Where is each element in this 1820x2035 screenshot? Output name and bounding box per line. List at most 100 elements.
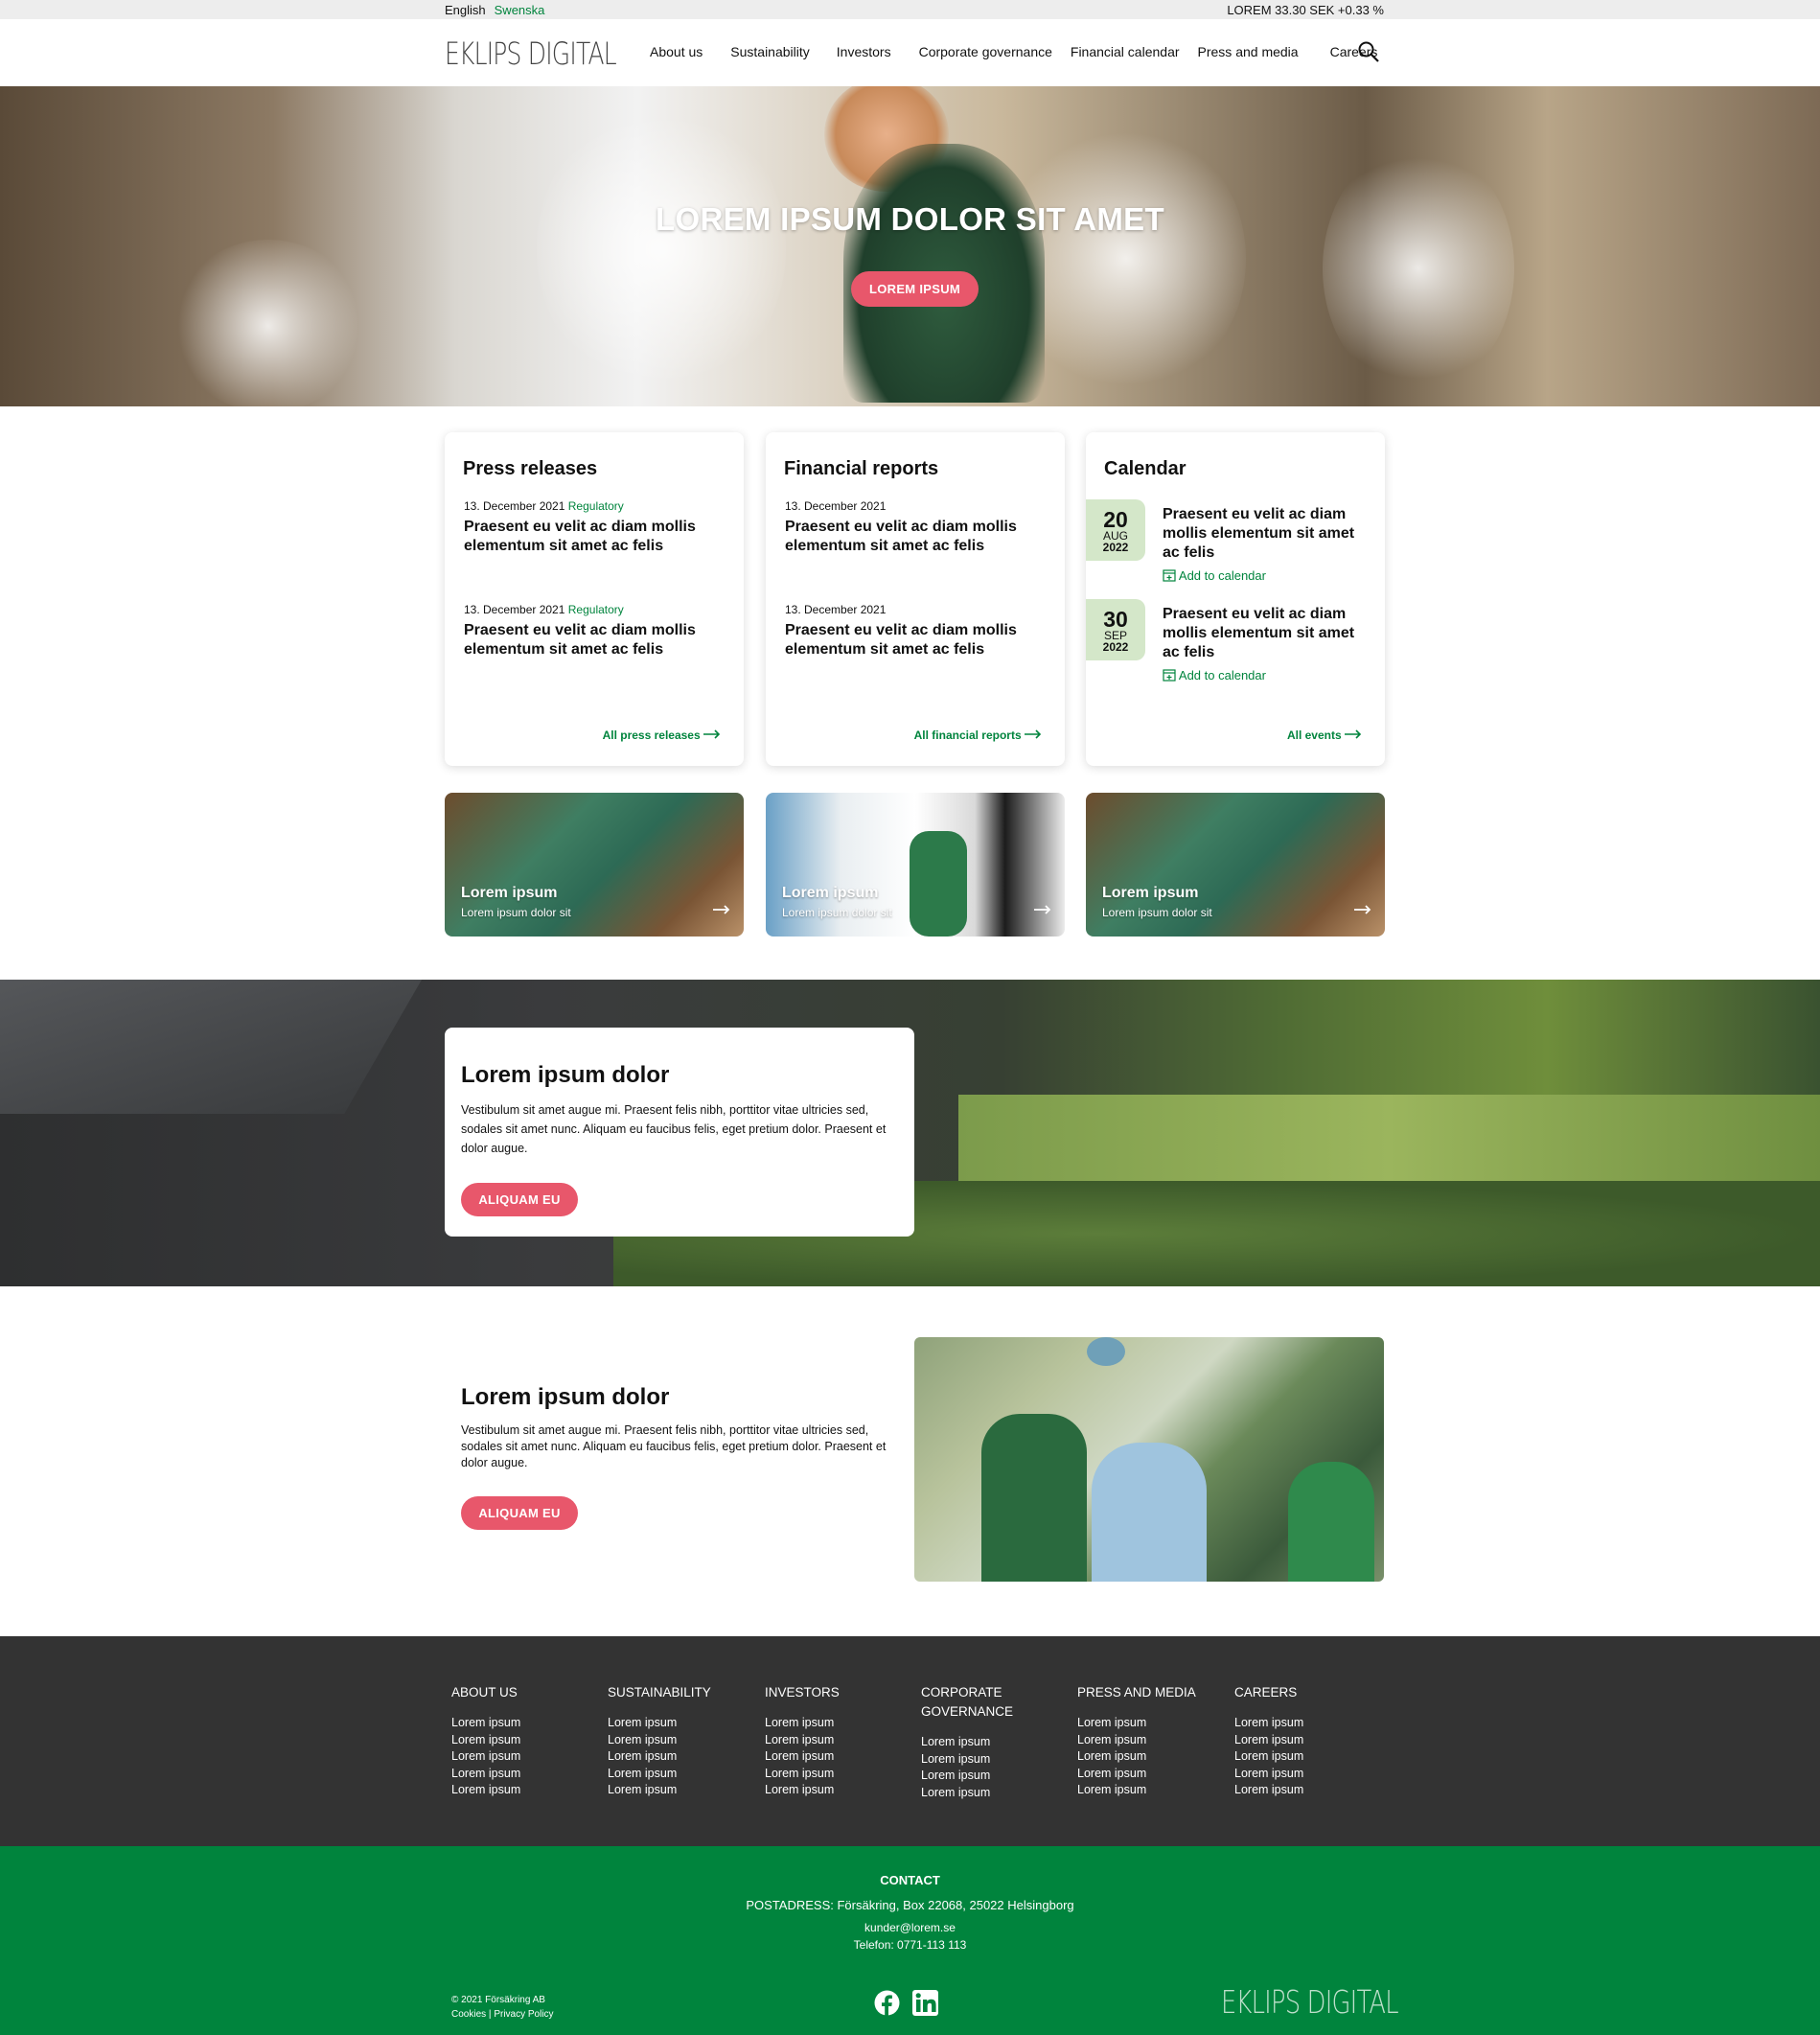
footer-link[interactable]: Lorem ipsum bbox=[765, 1715, 899, 1732]
press-releases-card: Press releases 13. December 2021 Regulat… bbox=[445, 432, 744, 766]
all-press-releases-link[interactable]: All press releases bbox=[603, 728, 721, 742]
facebook-icon[interactable] bbox=[874, 1990, 900, 2021]
press-item[interactable]: 13. December 2021 Regulatory Praesent eu… bbox=[464, 603, 713, 659]
report-item[interactable]: 13. December 2021 Praesent eu velit ac d… bbox=[785, 499, 1034, 556]
footer-link[interactable]: Lorem ipsum bbox=[451, 1748, 586, 1766]
contact-email[interactable]: kunder@lorem.se bbox=[0, 1921, 1820, 1934]
press-date: 13. December 2021 bbox=[464, 603, 565, 616]
footer-logo: EKLIPS DIGITAL bbox=[1221, 1983, 1399, 2021]
stock-ticker: LOREM 33.30 SEK +0.33 % bbox=[1227, 3, 1384, 17]
tile-subtitle: Lorem ipsum dolor sit bbox=[782, 906, 892, 919]
feature-tile[interactable]: Lorem ipsum Lorem ipsum dolor sit bbox=[1086, 793, 1385, 937]
privacy-policy-link[interactable]: Privacy Policy bbox=[494, 2009, 553, 2020]
footer-link[interactable]: Lorem ipsum bbox=[608, 1782, 742, 1799]
netball-photo bbox=[914, 1337, 1384, 1582]
nav-financial-calendar[interactable]: Financial calendar bbox=[1071, 44, 1180, 59]
footer-link[interactable]: Lorem ipsum bbox=[1077, 1715, 1211, 1732]
footer-link[interactable]: Lorem ipsum bbox=[1077, 1766, 1211, 1783]
feature-tile[interactable]: Lorem ipsum Lorem ipsum dolor sit bbox=[445, 793, 744, 937]
event-title[interactable]: Praesent eu velit ac diam mollis element… bbox=[1163, 505, 1364, 563]
search-icon[interactable] bbox=[1357, 40, 1380, 63]
nav-corporate-governance[interactable]: Corporate governance bbox=[919, 44, 1052, 59]
footer-link[interactable]: Lorem ipsum bbox=[765, 1766, 899, 1783]
all-events-link[interactable]: All events bbox=[1287, 728, 1362, 742]
press-item-title[interactable]: Praesent eu velit ac diam mollis element… bbox=[464, 621, 713, 659]
linkedin-icon[interactable] bbox=[912, 1990, 938, 2021]
nav-investors[interactable]: Investors bbox=[837, 44, 891, 59]
content-section-button[interactable]: ALIQUAM EU bbox=[461, 1496, 578, 1530]
report-item-title[interactable]: Praesent eu velit ac diam mollis element… bbox=[785, 518, 1034, 556]
footer-link[interactable]: Lorem ipsum bbox=[608, 1748, 742, 1766]
hero-title: LOREM IPSUM DOLOR SIT AMET bbox=[656, 201, 1164, 237]
footer-link[interactable]: Lorem ipsum bbox=[921, 1768, 1036, 1785]
footer-link[interactable]: Lorem ipsum bbox=[608, 1715, 742, 1732]
feature-band: Lorem ipsum dolor Vestibulum sit amet au… bbox=[0, 980, 1820, 1286]
all-press-releases-label: All press releases bbox=[602, 728, 701, 742]
add-to-calendar-button[interactable]: Add to calendar bbox=[1163, 668, 1364, 682]
footer-column-investors: INVESTORS Lorem ipsum Lorem ipsum Lorem … bbox=[765, 1683, 899, 1799]
legal-separator: | bbox=[488, 2009, 492, 2020]
feature-band-button[interactable]: ALIQUAM EU bbox=[461, 1183, 578, 1216]
footer-link[interactable]: Lorem ipsum bbox=[921, 1751, 1036, 1769]
footer-link[interactable]: Lorem ipsum bbox=[451, 1715, 586, 1732]
press-releases-title: Press releases bbox=[463, 458, 598, 479]
language-english[interactable]: English bbox=[445, 3, 486, 17]
legal-links: © 2021 Försäkring AB Cookies | Privacy P… bbox=[451, 1993, 554, 2022]
report-item-title[interactable]: Praesent eu velit ac diam mollis element… bbox=[785, 621, 1034, 659]
footer-heading: CORPORATE GOVERNANCE bbox=[921, 1685, 1014, 1719]
event-title[interactable]: Praesent eu velit ac diam mollis element… bbox=[1163, 605, 1364, 662]
footer-heading: INVESTORS bbox=[765, 1685, 840, 1700]
footer-link[interactable]: Lorem ipsum bbox=[1077, 1732, 1211, 1749]
footer-link[interactable]: Lorem ipsum bbox=[921, 1785, 1036, 1802]
footer-column-careers: CAREERS Lorem ipsum Lorem ipsum Lorem ip… bbox=[1234, 1683, 1369, 1799]
calendar-title: Calendar bbox=[1104, 458, 1186, 479]
footer-column-sustainability: SUSTAINABILITY Lorem ipsum Lorem ipsum L… bbox=[608, 1683, 742, 1799]
footer-link[interactable]: Lorem ipsum bbox=[451, 1766, 586, 1783]
event-date-badge: 20 AUG 2022 bbox=[1086, 499, 1145, 561]
footer-link[interactable]: Lorem ipsum bbox=[1234, 1732, 1369, 1749]
press-item[interactable]: 13. December 2021 Regulatory Praesent eu… bbox=[464, 499, 713, 556]
footer-link[interactable]: Lorem ipsum bbox=[608, 1766, 742, 1783]
footer-link[interactable]: Lorem ipsum bbox=[765, 1732, 899, 1749]
calendar-add-icon bbox=[1163, 569, 1176, 582]
contact-address: POSTADRESS: Försäkring, Box 22068, 25022… bbox=[746, 1898, 1074, 1912]
language-switcher: English Swenska bbox=[445, 3, 553, 17]
footer-link[interactable]: Lorem ipsum bbox=[451, 1732, 586, 1749]
all-financial-reports-link[interactable]: All financial reports bbox=[914, 728, 1042, 742]
press-date: 13. December 2021 bbox=[464, 499, 565, 513]
footer-link[interactable]: Lorem ipsum bbox=[765, 1782, 899, 1799]
footer-link[interactable]: Lorem ipsum bbox=[451, 1782, 586, 1799]
event-date-badge: 30 SEP 2022 bbox=[1086, 599, 1145, 660]
event-day: 30 bbox=[1103, 607, 1128, 632]
language-swedish[interactable]: Swenska bbox=[495, 3, 545, 17]
cookies-link[interactable]: Cookies bbox=[451, 2009, 486, 2020]
feature-tile[interactable]: Lorem ipsum Lorem ipsum dolor sit bbox=[766, 793, 1065, 937]
footer-link[interactable]: Lorem ipsum bbox=[1234, 1782, 1369, 1799]
footer-link[interactable]: Lorem ipsum bbox=[921, 1734, 1036, 1751]
footer-link[interactable]: Lorem ipsum bbox=[608, 1732, 742, 1749]
financial-reports-title: Financial reports bbox=[784, 458, 939, 479]
footer-link[interactable]: Lorem ipsum bbox=[1077, 1748, 1211, 1766]
add-to-calendar-button[interactable]: Add to calendar bbox=[1163, 568, 1364, 583]
footer-heading: CAREERS bbox=[1234, 1685, 1298, 1700]
calendar-add-icon bbox=[1163, 669, 1176, 682]
footer-link[interactable]: Lorem ipsum bbox=[1077, 1782, 1211, 1799]
press-tag: Regulatory bbox=[567, 499, 624, 513]
site-logo[interactable]: EKLIPS DIGITAL bbox=[445, 35, 617, 72]
press-item-title[interactable]: Praesent eu velit ac diam mollis element… bbox=[464, 518, 713, 556]
footer-link[interactable]: Lorem ipsum bbox=[1234, 1715, 1369, 1732]
nav-press-and-media[interactable]: Press and media bbox=[1198, 44, 1299, 59]
arrow-right-icon bbox=[703, 729, 721, 739]
footer-link[interactable]: Lorem ipsum bbox=[765, 1748, 899, 1766]
footer-link[interactable]: Lorem ipsum bbox=[1234, 1748, 1369, 1766]
arrow-right-icon bbox=[1034, 905, 1051, 914]
footer-link[interactable]: Lorem ipsum bbox=[1234, 1766, 1369, 1783]
report-date: 13. December 2021 bbox=[785, 499, 887, 513]
report-item[interactable]: 13. December 2021 Praesent eu velit ac d… bbox=[785, 603, 1034, 659]
arrow-right-icon bbox=[1345, 729, 1362, 739]
report-date: 13. December 2021 bbox=[785, 603, 887, 616]
hero-button[interactable]: LOREM IPSUM bbox=[851, 271, 979, 307]
nav-about-us[interactable]: About us bbox=[650, 44, 703, 59]
footer-column-about: ABOUT US Lorem ipsum Lorem ipsum Lorem i… bbox=[451, 1683, 586, 1799]
nav-sustainability[interactable]: Sustainability bbox=[730, 44, 810, 59]
